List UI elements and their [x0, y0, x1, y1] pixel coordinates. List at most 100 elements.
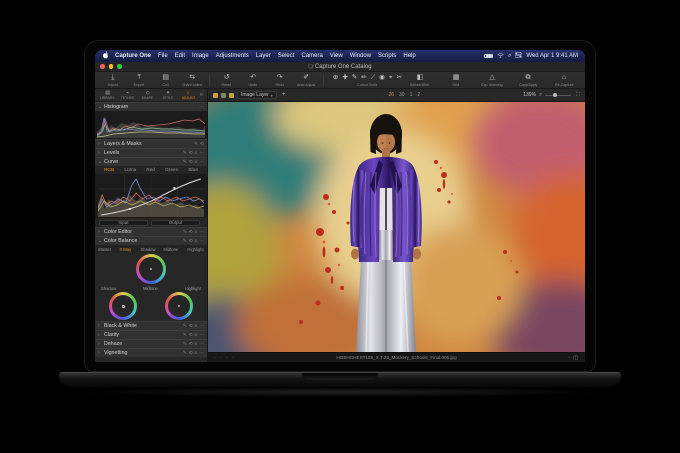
export-button[interactable]: ⤒ Export: [127, 74, 150, 87]
close-window-button[interactable]: [100, 64, 105, 69]
curve-graph[interactable]: [95, 174, 207, 218]
highlight-color-wheel[interactable]: [165, 292, 193, 320]
select-tool-icon[interactable]: ✚: [342, 74, 347, 82]
menu-clock[interactable]: Wed Apr 1 9:41 AM: [526, 53, 578, 59]
magic-brush-tool-icon[interactable]: ◉: [379, 74, 385, 82]
shadow-color-wheel[interactable]: [109, 292, 137, 320]
count-4[interactable]: 2: [417, 92, 420, 98]
zoom-level[interactable]: 139%: [523, 92, 536, 98]
section-header-icons[interactable]: ✎ ⟲ ≡ ⋯: [183, 350, 204, 356]
cb-tab-3way[interactable]: 3-Way: [120, 247, 132, 252]
tab-adjust[interactable]: ☼ ADJUST: [179, 90, 198, 100]
curve-tab-luma[interactable]: Luma: [124, 168, 136, 173]
recapture-button[interactable]: ⌂ Re-Capture: [549, 74, 579, 87]
zoom-slider-knob[interactable]: [553, 93, 557, 97]
fullscreen-icon[interactable]: ⛶: [576, 92, 580, 99]
color-editor-header[interactable]: › Color Editor ✎ ⟲ ≡ ⋯: [95, 227, 207, 236]
magnifier-icon[interactable]: ⌕: [539, 92, 542, 99]
curve-tab-red[interactable]: Red: [146, 168, 155, 173]
menu-item-edit[interactable]: Edit: [175, 53, 185, 59]
menu-item-file[interactable]: File: [158, 53, 168, 59]
menu-item-view[interactable]: View: [330, 53, 343, 59]
cb-tab-midtone[interactable]: Midtone: [164, 247, 179, 252]
curve-tab-blue[interactable]: Blue: [188, 168, 198, 173]
menu-item-adjustments[interactable]: Adjustments: [216, 53, 249, 59]
histogram-header[interactable]: ⌄ Histogram ⋯: [95, 102, 207, 111]
cull-button[interactable]: ▤ Cull: [154, 74, 177, 87]
count-2[interactable]: 30: [399, 92, 405, 98]
exposure-warning-button[interactable]: △ Exp. Warning: [477, 74, 507, 87]
tabs-overflow-button[interactable]: »: [199, 92, 204, 98]
spotlight-search-icon[interactable]: ⌕: [508, 53, 511, 60]
undo-button[interactable]: ↶ Undo: [241, 74, 264, 87]
mask-swatch-3[interactable]: [229, 93, 234, 98]
mask-swatch-1[interactable]: [213, 93, 218, 98]
menu-item-help[interactable]: Help: [403, 53, 415, 59]
curve-tab-green[interactable]: Green: [165, 168, 178, 173]
curve-output-field[interactable]: Output: [151, 220, 200, 226]
minimize-window-button[interactable]: [109, 64, 114, 69]
curve-input-field[interactable]: Input: [99, 220, 148, 226]
count-orange[interactable]: 26: [388, 92, 394, 98]
tab-style[interactable]: ✦ STYLE: [158, 90, 177, 100]
gradient-tool-icon[interactable]: ⟋: [371, 74, 376, 82]
menu-app-name[interactable]: Capture One: [115, 53, 151, 59]
footer-left-controls[interactable]: · · · ·: [214, 355, 235, 361]
share-online-button[interactable]: ⇆ Share online: [180, 74, 203, 87]
redo-button[interactable]: ↷ Redo: [268, 74, 291, 87]
wifi-icon[interactable]: [497, 53, 504, 60]
tab-tether[interactable]: ⌁ TETHER: [118, 90, 137, 100]
section-more-icon[interactable]: ⋯: [199, 104, 204, 110]
auto-adjust-button[interactable]: ✐ Auto Adjust: [294, 74, 317, 87]
midtone-color-wheel[interactable]: [136, 254, 166, 284]
cb-tab-shadow[interactable]: Shadow: [140, 247, 155, 252]
menu-item-image[interactable]: Image: [192, 53, 209, 59]
add-layer-button[interactable]: +: [282, 92, 286, 98]
section-header-icons[interactable]: ✎ ⟲ ≡ ⋯: [183, 159, 204, 165]
cb-tab-master[interactable]: Master: [98, 247, 111, 252]
layers-masks-header[interactable]: › Layers & Masks ✎ ⟲: [95, 139, 207, 148]
crop-tool-icon[interactable]: ✂: [397, 74, 402, 82]
levels-header[interactable]: › Levels ✎ ⟲ ≡ ⋯: [95, 148, 207, 157]
color-balance-header[interactable]: ⌄ Color Balance ✎ ⟲ ≡ ⋯: [95, 236, 207, 245]
menu-item-window[interactable]: Window: [350, 53, 371, 59]
mask-swatch-2[interactable]: [221, 93, 226, 98]
section-header-icons[interactable]: ✎ ⟲ ≡ ⋯: [183, 150, 204, 156]
section-header-icons[interactable]: ✎ ⟲ ≡ ⋯: [183, 238, 204, 244]
menu-item-camera[interactable]: Camera: [301, 53, 322, 59]
apple-logo-icon[interactable]: [102, 51, 108, 61]
black-white-header[interactable]: › Black & White ✎ ⟲ ≡ ⋯: [95, 321, 207, 330]
erase-mask-tool-icon[interactable]: ✏: [361, 74, 366, 82]
section-header-icons[interactable]: ✎ ⟲: [194, 141, 204, 147]
menu-item-select[interactable]: Select: [278, 53, 295, 59]
battery-icon[interactable]: [484, 54, 493, 59]
import-button[interactable]: ⤓ Import: [101, 74, 124, 87]
section-header-icons[interactable]: ✎ ⟲ ≡ ⋯: [183, 341, 204, 347]
before-after-button[interactable]: ◧ Before/After: [405, 74, 435, 87]
section-header-icons[interactable]: ✎ ⟲ ≡ ⋯: [183, 332, 204, 338]
curve-header[interactable]: ⌄ Curve ✎ ⟲ ≡ ⋯: [95, 157, 207, 166]
draw-mask-tool-icon[interactable]: ✎: [352, 74, 357, 82]
cb-tab-highlight[interactable]: Highlight: [187, 247, 203, 252]
grid-button[interactable]: ▦ Grid: [441, 74, 471, 87]
tab-library[interactable]: ▤ LIBRARY: [98, 90, 117, 100]
menu-item-scripts[interactable]: Scripts: [378, 53, 396, 59]
pan-tool-icon[interactable]: ⊕: [333, 74, 338, 82]
zoom-window-button[interactable]: [117, 64, 122, 69]
control-center-icon[interactable]: [515, 52, 522, 60]
menu-item-layer[interactable]: Layer: [256, 53, 271, 59]
clarity-header[interactable]: › Clarity ✎ ⟲ ≡ ⋯: [95, 330, 207, 339]
pick-color-tool-icon[interactable]: ⌖: [389, 74, 393, 82]
section-header-icons[interactable]: ✎ ⟲ ≡ ⋯: [183, 323, 204, 329]
footer-right-controls[interactable]: ▫ ◫: [568, 355, 579, 361]
photo-canvas[interactable]: [208, 102, 585, 352]
dehaze-header[interactable]: › Dehaze ✎ ⟲ ≡ ⋯: [95, 339, 207, 348]
zoom-slider[interactable]: [545, 95, 571, 96]
section-header-icons[interactable]: ✎ ⟲ ≡ ⋯: [183, 229, 204, 235]
layer-select-dropdown[interactable]: Image Layer ▾: [237, 91, 277, 99]
copy-apply-button[interactable]: ⧉ Copy/Apply: [513, 74, 543, 87]
vignetting-header[interactable]: › Vignetting ✎ ⟲ ≡ ⋯: [95, 348, 207, 357]
curve-tab-rgb[interactable]: RGB: [104, 168, 114, 173]
count-3[interactable]: 1: [410, 92, 413, 98]
tab-shape[interactable]: ◇ SHAPE: [138, 90, 157, 100]
